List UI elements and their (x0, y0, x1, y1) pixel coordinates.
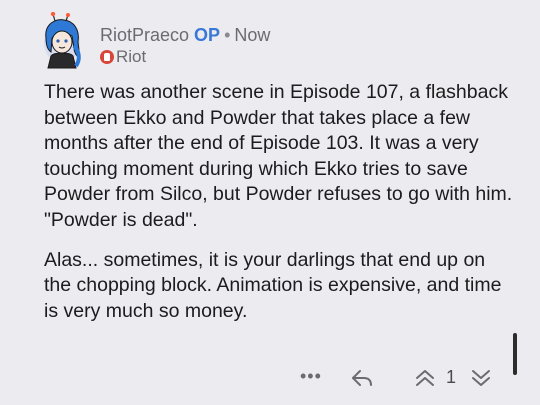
riot-fist-icon (100, 50, 114, 64)
timestamp: Now (234, 25, 271, 45)
comment-paragraph: There was another scene in Episode 107, … (44, 81, 513, 231)
author-name[interactable]: RiotPraeco (100, 25, 189, 45)
comment-actions: ••• 1 (0, 364, 540, 394)
downvote-icon[interactable] (470, 368, 492, 388)
scrollbar[interactable] (513, 333, 517, 375)
more-icon[interactable]: ••• (300, 366, 322, 387)
comment: RiotPraeco OP • Now Riot There was another … (0, 0, 540, 405)
avatar[interactable] (36, 12, 88, 70)
comment-header: RiotPraeco OP • Now (100, 24, 270, 46)
comment-body: There was another scene in Episode 107, … (44, 80, 514, 338)
separator: • (224, 25, 231, 45)
flair-label: Riot (116, 47, 147, 66)
user-flair: Riot (100, 46, 146, 68)
vote-score: 1 (446, 367, 457, 387)
op-badge: OP (194, 25, 221, 45)
reply-icon[interactable] (350, 368, 374, 388)
upvote-icon[interactable] (414, 368, 436, 388)
comment-paragraph: Alas... sometimes, it is your darlings t… (44, 248, 502, 322)
